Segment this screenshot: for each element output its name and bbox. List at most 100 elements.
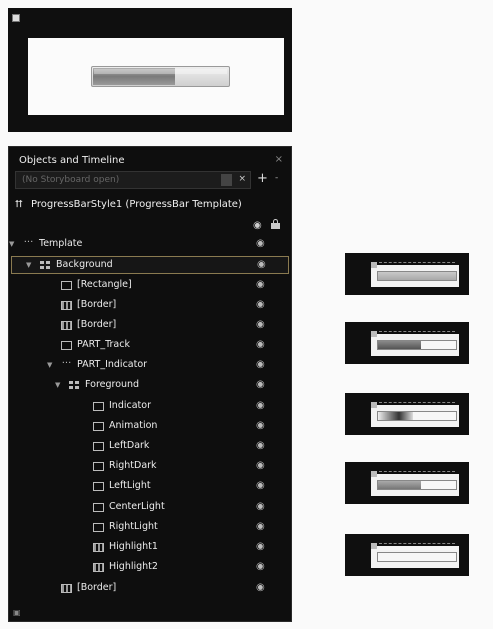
tree-item[interactable]: [Border] ◉ [11, 580, 289, 598]
document-icon [371, 402, 377, 408]
border-icon [93, 543, 104, 552]
thumbnail-progress-fill [378, 341, 421, 349]
storyboard-options-button[interactable]: - [275, 173, 278, 183]
tree-item-label: RightLight [109, 521, 158, 532]
rectangle-icon [93, 462, 104, 471]
visibility-eye-icon[interactable]: ◉ [256, 420, 265, 431]
expand-chevron-icon[interactable]: ▼ [26, 261, 31, 269]
rectangle-icon [93, 482, 104, 491]
visibility-eye-icon[interactable]: ◉ [256, 480, 265, 491]
visibility-eye-icon[interactable]: ◉ [256, 501, 265, 512]
tree-item[interactable]: Highlight2 ◉ [11, 559, 289, 577]
close-storyboard-icon[interactable]: × [238, 174, 246, 184]
tree-item-label: Indicator [109, 400, 151, 411]
progress-style-thumbnail[interactable] [345, 393, 469, 435]
tree-item-label: Highlight2 [109, 561, 158, 572]
thumbnail-title-placeholder [379, 543, 455, 545]
tree-item-label: [Rectangle] [77, 279, 132, 290]
progress-style-thumbnail[interactable] [345, 322, 469, 364]
thumbnail-progress-bar [377, 271, 457, 281]
visibility-header-eye-icon[interactable]: ◉ [253, 220, 262, 231]
tree-item[interactable]: PART_Track ◉ [11, 337, 289, 355]
add-storyboard-button[interactable]: + [257, 171, 268, 186]
tree-item[interactable]: LeftDark ◉ [11, 438, 289, 456]
thumbnail-title-placeholder [379, 331, 455, 333]
tree-item-label: PART_Indicator [77, 359, 148, 370]
tree-item[interactable]: Indicator ◉ [11, 398, 289, 416]
panel-footer-icon[interactable]: ▣ [13, 608, 21, 617]
tree-item-label: [Border] [77, 299, 117, 310]
lock-header-icon[interactable] [271, 219, 280, 229]
expand-chevron-icon[interactable]: ▼ [9, 240, 14, 248]
grid-icon [69, 381, 80, 390]
document-icon [371, 543, 377, 549]
tree-item-label: Animation [109, 420, 158, 431]
visibility-eye-icon[interactable]: ◉ [256, 359, 265, 370]
document-icon [12, 14, 20, 22]
storyboard-picker[interactable]: (No Storyboard open) × [15, 171, 251, 189]
border-icon [61, 584, 72, 593]
scope-label: ProgressBarStyle1 (ProgressBar Template) [31, 199, 242, 210]
tree-item[interactable]: Animation ◉ [11, 418, 289, 436]
rectangle-icon [93, 442, 104, 451]
border-icon [93, 563, 104, 572]
tree-item-label: RightDark [109, 460, 157, 471]
tree-item[interactable]: [Border] ◉ [11, 317, 289, 335]
scope-up-button[interactable]: ⮅ ProgressBarStyle1 (ProgressBar Template… [15, 199, 242, 210]
storyboard-dropdown-icon[interactable] [221, 174, 232, 186]
panel-title: Objects and Timeline [19, 155, 125, 166]
tree-item[interactable]: [Rectangle] ◉ [11, 277, 289, 295]
tree-item-label: CenterLight [109, 501, 165, 512]
tree-item[interactable]: ▼ Foreground ◉ [11, 377, 289, 395]
progress-style-thumbnail[interactable] [345, 462, 469, 504]
tree-item-label: Background [56, 259, 113, 270]
close-icon[interactable]: × [275, 154, 283, 165]
visibility-eye-icon[interactable]: ◉ [256, 440, 265, 451]
grid-icon [40, 261, 51, 270]
thumbnail-progress-fill [378, 272, 456, 280]
tree-item-label: Highlight1 [109, 541, 158, 552]
rectangle-icon [61, 341, 72, 350]
tree-item[interactable]: RightDark ◉ [11, 458, 289, 476]
tree-item[interactable]: ▼ Background ◉ [11, 256, 289, 274]
tree-item[interactable]: ▼ ··· PART_Indicator ◉ [11, 357, 289, 375]
tree-item[interactable]: CenterLight ◉ [11, 499, 289, 517]
tree-item-label: Foreground [85, 379, 140, 390]
tree-item[interactable]: Highlight1 ◉ [11, 539, 289, 557]
tree-item[interactable]: RightLight ◉ [11, 519, 289, 537]
tree-item[interactable]: ▼ ··· Template ◉ [9, 236, 289, 254]
progress-bar-preview[interactable] [91, 66, 230, 87]
visibility-eye-icon[interactable]: ◉ [257, 259, 266, 270]
tree-item[interactable]: [Border] ◉ [11, 297, 289, 315]
tree-item[interactable]: LeftLight ◉ [11, 478, 289, 496]
visibility-eye-icon[interactable]: ◉ [256, 582, 265, 593]
visibility-eye-icon[interactable]: ◉ [256, 299, 265, 310]
thumbnail-progress-bar [377, 552, 457, 562]
visibility-eye-icon[interactable]: ◉ [256, 521, 265, 532]
visibility-eye-icon[interactable]: ◉ [256, 238, 265, 249]
template-dots-icon: ··· [23, 237, 34, 248]
rectangle-icon [93, 402, 104, 411]
expand-chevron-icon[interactable]: ▼ [47, 361, 52, 369]
visibility-eye-icon[interactable]: ◉ [256, 541, 265, 552]
visibility-eye-icon[interactable]: ◉ [256, 319, 265, 330]
rectangle-icon [93, 503, 104, 512]
visibility-eye-icon[interactable]: ◉ [256, 400, 265, 411]
scope-up-icon: ⮅ [15, 199, 23, 210]
visibility-eye-icon[interactable]: ◉ [256, 379, 265, 390]
thumbnail-progress-fill [378, 412, 414, 420]
expand-chevron-icon[interactable]: ▼ [55, 381, 60, 389]
visibility-eye-icon[interactable]: ◉ [256, 339, 265, 350]
visibility-eye-icon[interactable]: ◉ [256, 279, 265, 290]
artboard-canvas[interactable] [28, 38, 284, 115]
objects-and-timeline-panel: Objects and Timeline × (No Storyboard op… [8, 146, 292, 622]
progress-style-thumbnail[interactable] [345, 534, 469, 576]
document-icon [371, 331, 377, 337]
visibility-eye-icon[interactable]: ◉ [256, 460, 265, 471]
tree-item-label: [Border] [77, 582, 117, 593]
storyboard-toolbar: (No Storyboard open) × + - [15, 171, 287, 189]
tree-item-label: [Border] [77, 319, 117, 330]
visibility-eye-icon[interactable]: ◉ [256, 561, 265, 572]
progress-style-thumbnail[interactable] [345, 253, 469, 295]
document-icon [371, 262, 377, 268]
